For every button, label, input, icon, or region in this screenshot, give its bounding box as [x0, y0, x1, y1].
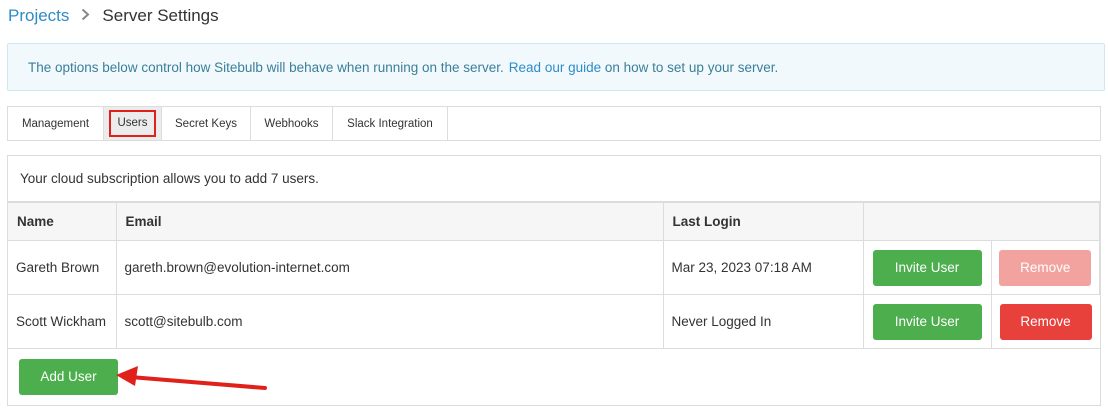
- remove-button-disabled: Remove: [999, 249, 1092, 286]
- tab-label: Secret Keys: [175, 117, 237, 130]
- invite-cell: Invite User: [862, 294, 992, 349]
- column-header-email: Email: [115, 202, 664, 241]
- info-banner: The options below control how Sitebulb w…: [7, 43, 1105, 91]
- tab-secret-keys[interactable]: Secret Keys: [162, 107, 251, 140]
- user-last-login: Mar 23, 2023 07:18 AM: [662, 240, 864, 295]
- tab-label: Webhooks: [264, 117, 319, 130]
- table-header-row: Name Email Last Login: [8, 202, 1100, 241]
- subscription-note: Your cloud subscription allows you to ad…: [8, 156, 1100, 202]
- info-text: The options below control how Sitebulb w…: [28, 59, 504, 75]
- user-last-login: Never Logged In: [662, 294, 864, 349]
- page-title: Server Settings: [102, 6, 219, 25]
- column-header-actions: [862, 202, 1100, 241]
- table-row: Gareth Brown gareth.brown@evolution-inte…: [8, 240, 1100, 295]
- remove-cell: Remove: [990, 240, 1100, 295]
- user-name: Scott Wickham: [8, 294, 117, 349]
- column-header-last-login: Last Login: [662, 202, 864, 241]
- breadcrumb: Projects Server Settings: [8, 4, 219, 28]
- settings-tabs: Management Users Secret Keys Webhooks Sl…: [7, 106, 1101, 141]
- info-suffix: on how to set up your server.: [601, 59, 779, 75]
- tab-label: Management: [21, 117, 90, 130]
- annotation-arrow: [116, 366, 267, 390]
- table-row: Scott Wickham scott@sitebulb.com Never L…: [8, 294, 1100, 349]
- user-email: gareth.brown@evolution-internet.com: [115, 240, 664, 295]
- invite-user-button[interactable]: Invite User: [872, 303, 982, 340]
- breadcrumb-projects-link[interactable]: Projects: [8, 6, 69, 26]
- tab-webhooks[interactable]: Webhooks: [251, 107, 333, 140]
- tab-management[interactable]: Management: [8, 107, 104, 140]
- invite-cell: Invite User: [862, 240, 992, 295]
- tab-users[interactable]: Users: [104, 107, 162, 140]
- user-name: Gareth Brown: [8, 240, 117, 295]
- remove-cell: Remove: [990, 294, 1100, 349]
- tab-slack-integration[interactable]: Slack Integration: [333, 107, 448, 140]
- tab-label: Slack Integration: [347, 117, 433, 130]
- chevron-right-icon: [81, 8, 90, 25]
- remove-button[interactable]: Remove: [999, 303, 1092, 340]
- tab-label: Users: [109, 110, 156, 137]
- user-email: scott@sitebulb.com: [115, 294, 664, 349]
- guide-link[interactable]: Read our guide: [509, 60, 601, 75]
- users-table: Name Email Last Login Gareth Brown garet…: [8, 202, 1100, 349]
- add-user-button[interactable]: Add User: [19, 359, 118, 395]
- column-header-name: Name: [8, 202, 117, 241]
- invite-user-button[interactable]: Invite User: [872, 249, 982, 286]
